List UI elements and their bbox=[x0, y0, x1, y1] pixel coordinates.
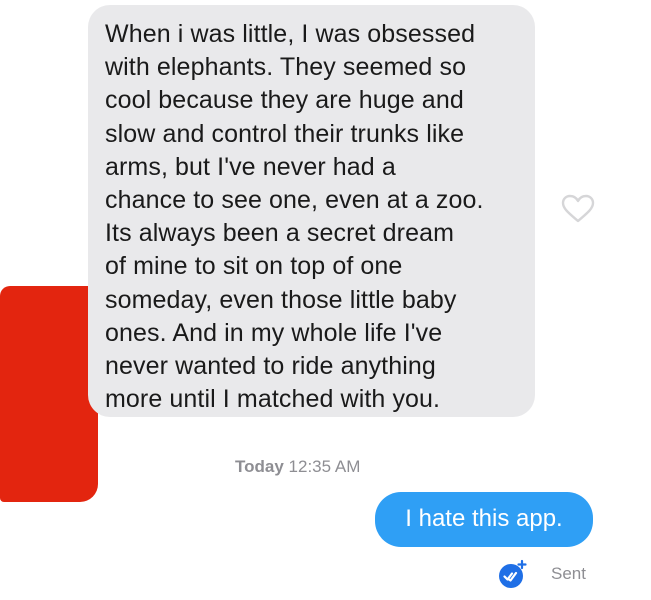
timestamp-day: Today bbox=[235, 457, 284, 476]
redaction-mark bbox=[0, 286, 98, 502]
outgoing-message-bubble[interactable]: I hate this app. bbox=[375, 492, 593, 547]
outgoing-message-text: I hate this app. bbox=[405, 504, 563, 532]
incoming-message-bubble[interactable]: When i was little, I was obsessed with e… bbox=[88, 5, 535, 417]
sent-status-label: Sent bbox=[551, 564, 586, 583]
heart-outline-icon[interactable] bbox=[561, 194, 595, 224]
check-badge-icon bbox=[499, 559, 527, 588]
chat-screen: When i was little, I was obsessed with e… bbox=[0, 0, 651, 600]
timestamp-time: 12:35 AM bbox=[288, 457, 361, 476]
incoming-message-text: When i was little, I was obsessed with e… bbox=[105, 20, 484, 414]
